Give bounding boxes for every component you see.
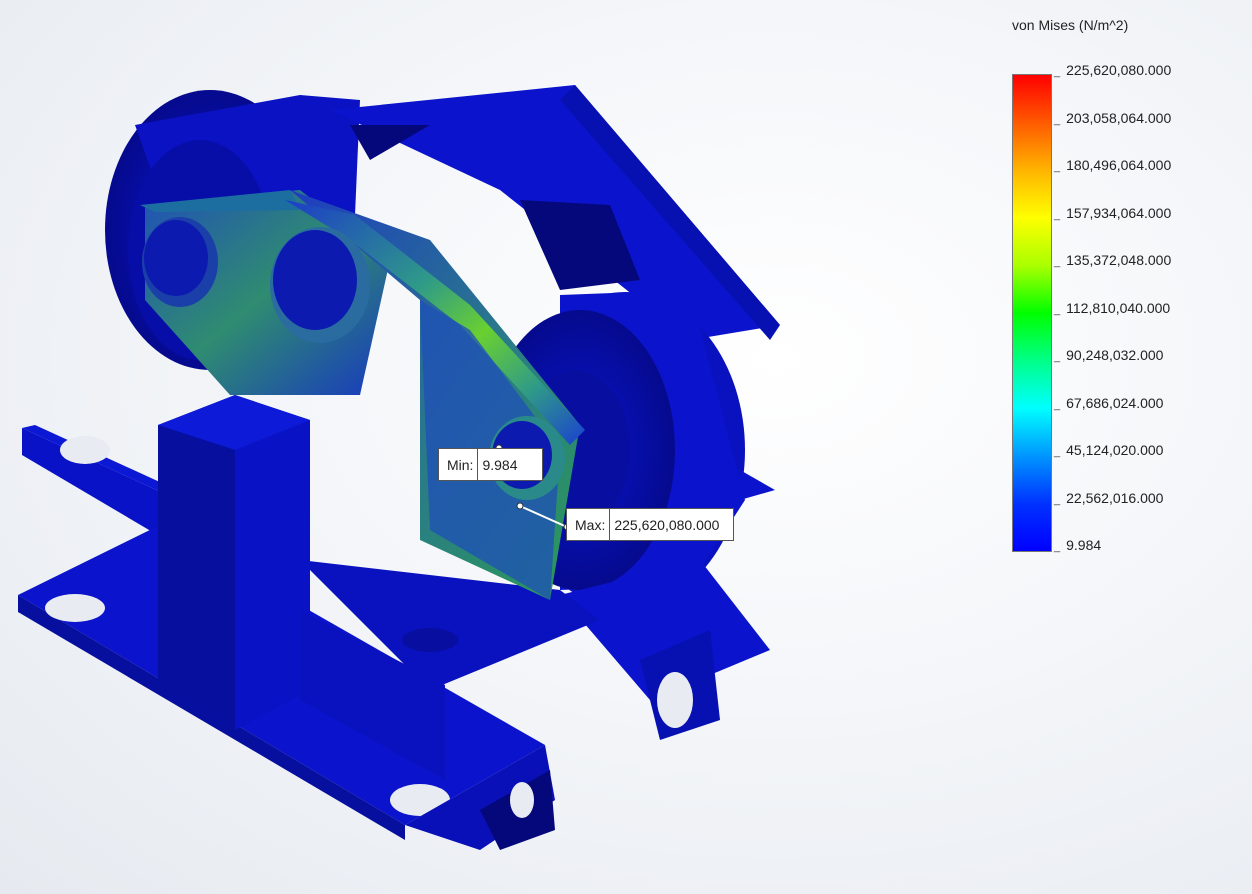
legend-tick: 157,934,064.000 [1054, 205, 1171, 221]
max-probe-box[interactable]: Max: 225,620,080.000 [566, 508, 735, 541]
legend-tick: 225,620,080.000 [1054, 62, 1171, 78]
legend-color-bar[interactable] [1012, 74, 1052, 552]
min-probe-box[interactable]: Min: 9.984 [438, 448, 543, 481]
bolt-middle [270, 227, 370, 343]
min-probe-label: Min: [439, 449, 479, 480]
max-probe-value: 225,620,080.000 [614, 516, 720, 533]
legend-tick: 22,562,016.000 [1054, 490, 1163, 506]
legend-tick: 112,810,040.000 [1054, 300, 1170, 316]
legend-title: von Mises (N/m^2) [1012, 17, 1129, 33]
max-probe-point [516, 502, 524, 510]
legend-tick: 90,248,032.000 [1054, 347, 1163, 363]
legend-tick: 45,124,020.000 [1054, 442, 1163, 458]
legend-tick: 203,058,064.000 [1054, 110, 1171, 126]
graphics-viewport[interactable]: Min: 9.984 Max: 225,620,080.000 von Mise… [0, 0, 1252, 894]
legend-tick: 135,372,048.000 [1054, 252, 1171, 268]
legend-tick: 180,496,064.000 [1054, 157, 1171, 173]
max-probe-label: Max: [567, 509, 611, 540]
bolt-left [142, 217, 218, 307]
legend-tick: 67,686,024.000 [1054, 395, 1163, 411]
top-bracket [330, 85, 780, 340]
min-probe-value: 9.984 [482, 456, 518, 473]
legend-tick: 9.984 [1054, 537, 1101, 553]
